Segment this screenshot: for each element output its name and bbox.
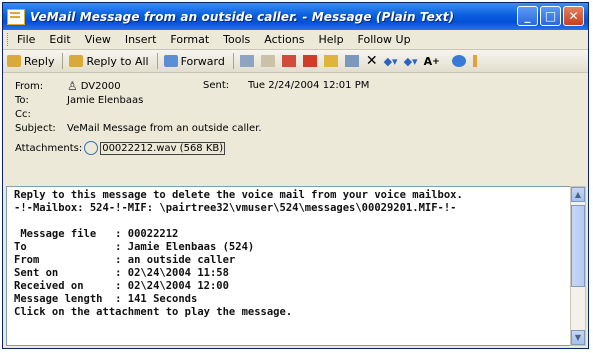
- flag-icon[interactable]: [302, 55, 317, 67]
- copy-icon[interactable]: [260, 55, 275, 67]
- address-book-icon[interactable]: [323, 55, 338, 67]
- font-size-button[interactable]: A +: [424, 55, 440, 68]
- reply-all-label: Reply to All: [86, 54, 149, 68]
- print-icon[interactable]: [239, 55, 254, 67]
- menu-follow-up[interactable]: Follow Up: [358, 33, 411, 46]
- menu-help[interactable]: Help: [318, 33, 343, 46]
- body-line: Message length : 141 Seconds: [14, 293, 198, 305]
- vertical-scrollbar[interactable]: ▲ ▼: [570, 186, 586, 346]
- body-line: Reply to this message to delete the voic…: [14, 189, 463, 201]
- menu-tools[interactable]: Tools: [223, 33, 250, 46]
- cc-label: Cc:: [15, 108, 31, 120]
- delete-button[interactable]: ✕: [366, 53, 378, 69]
- person-icon: ♙: [67, 79, 78, 93]
- sent-value: Tue 2/24/2004 12:01 PM: [248, 80, 370, 91]
- scroll-up-icon[interactable]: ▲: [571, 187, 585, 202]
- to-value[interactable]: Jamie Elenbaas: [67, 95, 143, 106]
- body-line: Sent on : 02\24\2004 11:58: [14, 267, 229, 279]
- menu-file[interactable]: File: [17, 33, 35, 46]
- close-button[interactable]: ✕: [563, 6, 584, 26]
- menu-insert[interactable]: Insert: [125, 33, 157, 46]
- previous-item-icon[interactable]: ◆▾: [384, 55, 398, 68]
- categories-icon[interactable]: [281, 55, 296, 67]
- maximize-button[interactable]: □: [540, 6, 561, 26]
- message-icon: [7, 8, 25, 25]
- menu-format[interactable]: Format: [170, 33, 209, 46]
- scroll-down-icon[interactable]: ▼: [571, 330, 585, 345]
- reply-all-button[interactable]: Reply to All: [69, 54, 149, 68]
- subject-value: VeMail Message from an outside caller.: [67, 122, 262, 134]
- toolbar-overflow-icon[interactable]: [472, 55, 477, 67]
- body-line: To : Jamie Elenbaas (524): [14, 241, 255, 253]
- reply-label: Reply: [24, 54, 55, 68]
- next-item-icon[interactable]: ◆▾: [404, 55, 418, 68]
- message-header: From: ♙ DV2000 Sent: Tue 2/24/2004 12:01…: [3, 73, 588, 182]
- body-line: Click on the attachment to play the mess…: [14, 306, 293, 318]
- forward-button[interactable]: Forward: [163, 54, 225, 68]
- reply-all-icon: [69, 55, 84, 67]
- sent-label: Sent:: [203, 80, 230, 91]
- menu-grip: [7, 33, 11, 46]
- body-line: From : an outside caller: [14, 254, 236, 266]
- body-line: Received on : 02\24\2004 12:00: [14, 280, 229, 292]
- subject-label: Subject:: [15, 122, 56, 134]
- reply-icon: [7, 55, 21, 67]
- body-line: Message file : 00022212: [14, 228, 179, 240]
- from-label: From:: [15, 80, 44, 92]
- scroll-thumb[interactable]: [571, 205, 585, 287]
- toolbar-separator: [232, 53, 234, 69]
- forward-label: Forward: [180, 54, 225, 68]
- attachment-file[interactable]: 00022212.wav (568 KB): [100, 141, 226, 155]
- attachments-label: Attachments:: [15, 142, 83, 154]
- forward-icon: [163, 55, 178, 67]
- help-icon[interactable]: [451, 55, 466, 67]
- standard-toolbar: Reply Reply to All Forward ✕ ◆▾ ◆▾ A +: [3, 50, 588, 73]
- move-icon[interactable]: [344, 55, 359, 67]
- body-line: [14, 215, 571, 228]
- menu-edit[interactable]: Edit: [49, 33, 70, 46]
- reply-button[interactable]: Reply: [7, 55, 54, 68]
- to-label: To:: [15, 94, 29, 106]
- message-window: VeMail Message from an outside caller. -…: [2, 2, 589, 349]
- from-value[interactable]: DV2000: [81, 81, 121, 92]
- body-line: -!-Mailbox: 524-!-MIF: \pairtree32\vmuse…: [14, 202, 457, 214]
- toolbar-separator: [156, 53, 158, 69]
- toolbar-separator: [62, 53, 64, 69]
- font-size-label: A: [423, 54, 433, 68]
- window-title: VeMail Message from an outside caller. -…: [30, 9, 455, 24]
- menu-bar: File Edit View Insert Format Tools Actio…: [3, 30, 588, 50]
- wav-file-icon: [84, 141, 99, 155]
- message-body[interactable]: Reply to this message to delete the voic…: [6, 186, 572, 346]
- title-bar[interactable]: VeMail Message from an outside caller. -…: [3, 3, 588, 30]
- menu-view[interactable]: View: [85, 33, 111, 46]
- menu-actions[interactable]: Actions: [264, 33, 304, 46]
- minimize-button[interactable]: _: [517, 6, 538, 26]
